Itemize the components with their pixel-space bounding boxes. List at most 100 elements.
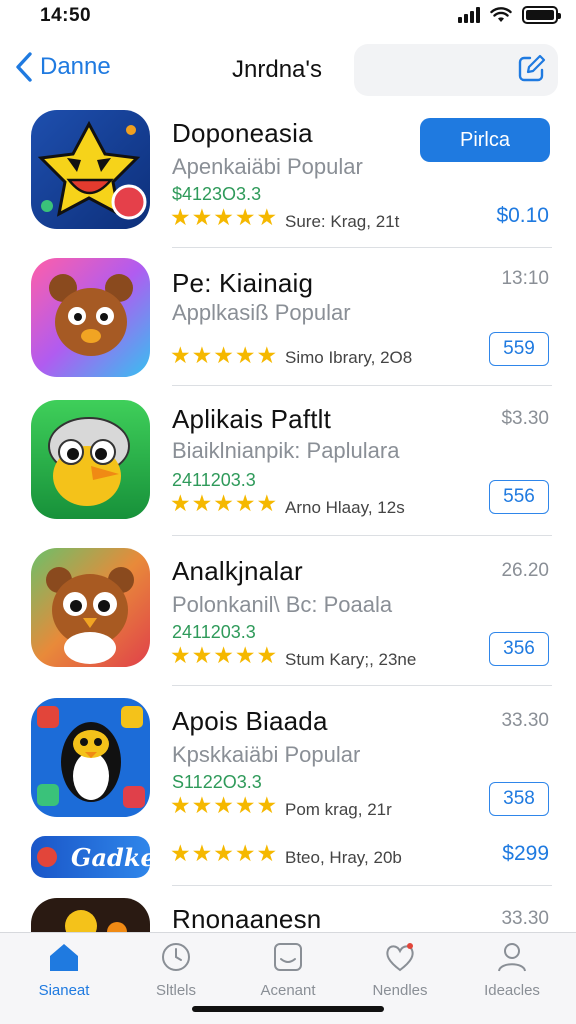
app-meta: Arno Hlaay, 12s (285, 498, 405, 517)
tab-favorites[interactable]: Nendles (345, 941, 455, 999)
app-icon-penguin (31, 698, 150, 817)
list-item[interactable]: Rnonaanesn 33.30 (0, 886, 576, 932)
page-title: Jnrdna's (232, 56, 322, 83)
compose-icon (518, 54, 546, 82)
tab-label: Ideacles (484, 982, 540, 999)
list-item[interactable]: Pe: Kiainaig Applkasiß Popular ★ ★ ★ ★ ★ Sim… (0, 248, 576, 386)
app-meta: Stum Kary;, 23ne (285, 650, 417, 669)
app-name: Pe: Kiainaig (172, 268, 314, 298)
star-icon: ★ (213, 490, 234, 516)
star-icon: ★ (256, 204, 278, 230)
app-icon-owl (31, 548, 150, 667)
app-icon-dark (31, 898, 150, 932)
app-category: Applkasiß Popular (172, 300, 351, 325)
app-price[interactable]: $0.10 (496, 204, 549, 228)
app-category: Biaiklnianpik: Paplulara (172, 438, 400, 463)
app-category: Polonkanil\ Bc: Poaala (172, 592, 393, 617)
rating-stars: ★ ★ ★ ★ ★ (170, 644, 277, 667)
list-item[interactable]: Gadke ★ ★ ★ ★ ★ Bteo, Hray, 20b $299 (0, 828, 576, 886)
app-icon-star-face (31, 110, 150, 229)
list-item[interactable]: Analkjnalar Polonkanil\ Bc: Poaala 24112… (0, 536, 576, 686)
star-icon: ★ (191, 840, 213, 866)
heart-icon (386, 943, 414, 972)
star-icon: ★ (213, 642, 234, 668)
price-button[interactable]: 559 (489, 332, 549, 366)
star-icon: ★ (191, 204, 213, 230)
chevron-left-icon (16, 52, 32, 82)
star-icon: ★ (170, 792, 191, 818)
tray-icon (274, 943, 302, 971)
star-icon: ★ (213, 204, 234, 230)
compass-icon (162, 943, 190, 971)
app-side-label: 33.30 (501, 710, 549, 731)
star-icon: ★ (213, 342, 234, 368)
star-icon: ★ (234, 204, 256, 230)
status-icons (458, 6, 561, 24)
status-bar: 14:50 (0, 0, 576, 34)
price-button[interactable]: 356 (489, 632, 549, 666)
tab-label: Sltlels (155, 982, 196, 999)
app-code: 2411203.3 (172, 470, 256, 490)
battery-icon (522, 6, 561, 24)
app-side-label: 33.30 (501, 908, 549, 929)
app-side-label: 13:10 (501, 268, 549, 289)
tab-label: Acenant (260, 982, 316, 999)
app-category: Apenkaiäbi Popular (172, 154, 363, 179)
app-meta: Pom krag, 21r (285, 800, 392, 819)
price-button[interactable]: 556 (489, 480, 549, 514)
tab-account[interactable]: Acenant (233, 941, 343, 999)
app-icon-text: Gadke (71, 843, 150, 872)
back-button[interactable]: Danne (14, 50, 111, 84)
star-icon: ★ (191, 792, 213, 818)
star-icon: ★ (191, 642, 213, 668)
star-icon: ★ (256, 342, 278, 368)
app-name: Doponeasia (172, 118, 313, 148)
tab-profile[interactable]: Ideacles (457, 941, 567, 999)
star-icon: ★ (191, 490, 213, 516)
back-label: Danne (40, 53, 111, 80)
star-icon: ★ (191, 342, 213, 368)
rating-stars: ★ ★ ★ ★ ★ (170, 842, 277, 865)
price-button[interactable]: 358 (489, 782, 549, 816)
star-icon: ★ (213, 792, 234, 818)
app-icon-bear (31, 258, 150, 377)
app-meta: Sure: Krag, 21t (285, 212, 400, 231)
app-code: 2411203.3 (172, 622, 256, 642)
app-code: S1122O3.3 (172, 772, 262, 792)
star-icon: ★ (213, 840, 234, 866)
star-icon: ★ (170, 490, 191, 516)
compose-button[interactable] (516, 54, 546, 89)
app-icon-banner: Gadke (31, 836, 150, 878)
home-indicator (192, 1006, 384, 1012)
star-icon: ★ (170, 642, 191, 668)
app-category: Kpskkaiäbi Popular (172, 742, 361, 767)
house-icon (50, 944, 78, 971)
list-item[interactable]: Doponeasia Apenkaiäbi Popular $4123O3.3 … (0, 100, 576, 248)
star-icon: ★ (256, 840, 278, 866)
signal-icon (458, 7, 480, 23)
list-item[interactable]: Aplikais Paftlt Biaiklnianpik: Paplulara… (0, 386, 576, 536)
nav-bar: Danne Jnrdna's (0, 40, 576, 100)
person-icon (498, 943, 526, 972)
app-price[interactable]: $299 (502, 842, 549, 866)
app-name: Analkjnalar (172, 556, 303, 586)
app-code: $4123O3.3 (172, 184, 262, 204)
star-icon: ★ (256, 490, 278, 516)
app-meta: Bteo, Hray, 20b (285, 848, 402, 867)
star-icon: ★ (170, 204, 191, 230)
rating-stars: ★ ★ ★ ★ ★ (170, 492, 277, 515)
star-icon: ★ (256, 642, 278, 668)
star-icon: ★ (234, 840, 256, 866)
status-time: 14:50 (40, 5, 92, 26)
star-icon: ★ (234, 642, 256, 668)
get-button[interactable]: Pirlca (420, 118, 550, 162)
wifi-icon (490, 7, 512, 22)
star-icon: ★ (234, 490, 256, 516)
tab-home[interactable]: Sianeat (9, 941, 119, 999)
star-icon: ★ (170, 840, 191, 866)
star-icon: ★ (256, 792, 278, 818)
app-name: Rnonaanesn (172, 904, 322, 932)
app-side-label: $3.30 (501, 408, 549, 429)
star-icon: ★ (234, 342, 256, 368)
tab-sites[interactable]: Sltlels (121, 941, 231, 999)
